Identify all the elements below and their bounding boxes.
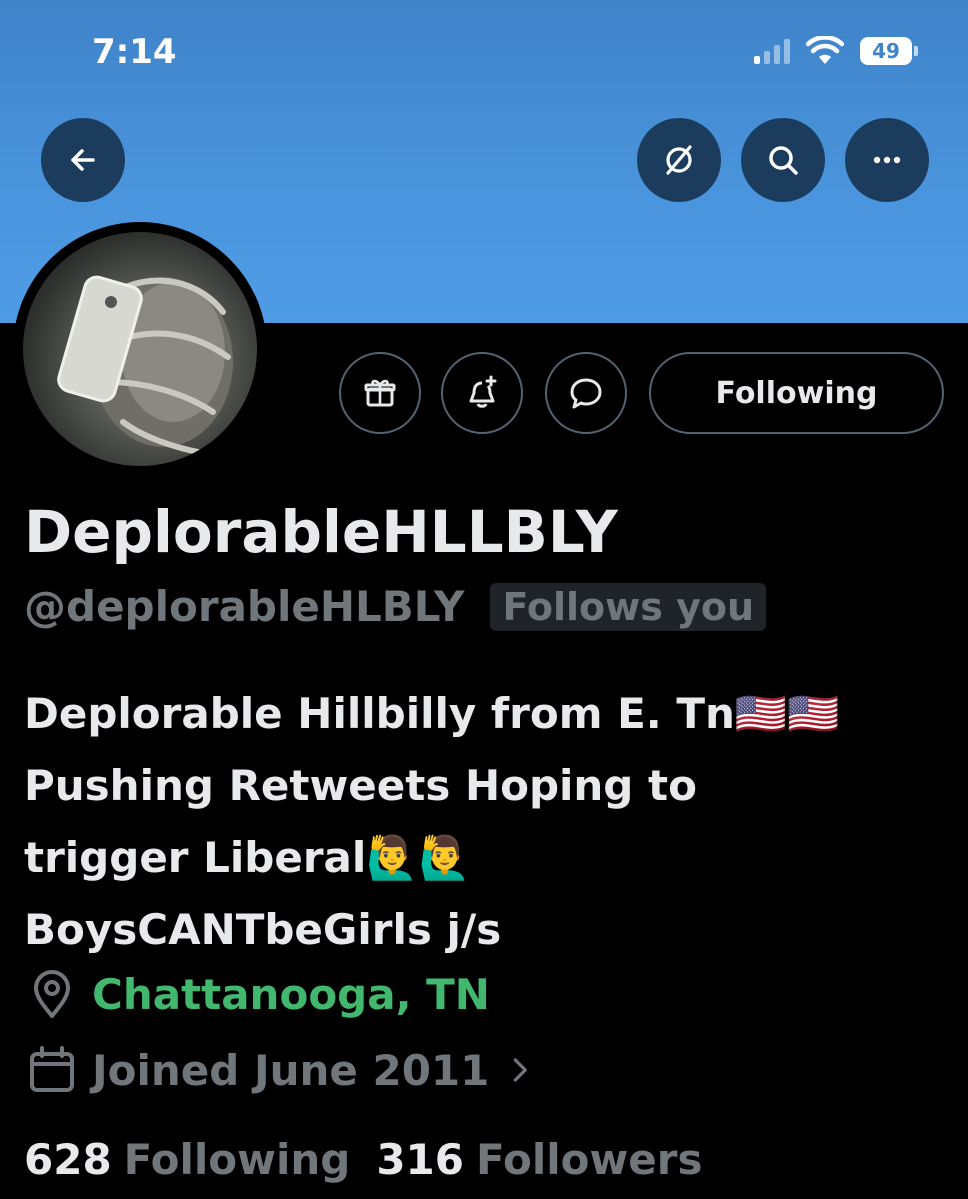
message-icon [570, 378, 602, 409]
following-label: Following [123, 1135, 351, 1184]
grok-icon [666, 145, 692, 175]
joined-date: Joined June 2011 [92, 1045, 490, 1095]
follows-you-badge: Follows you [490, 582, 767, 631]
cellular-signal-icon [754, 38, 790, 64]
joined-row[interactable]: Joined June 2011 [24, 1042, 541, 1098]
handle-row: @deplorableHLBLY Follows you [24, 582, 767, 631]
location-pin-icon [34, 970, 70, 1018]
avatar-illustration [57, 275, 233, 455]
avatar[interactable] [13, 222, 267, 476]
following-button[interactable]: Following [649, 352, 944, 434]
wifi-icon [806, 36, 844, 64]
handle: @deplorableHLBLY [24, 582, 465, 631]
more-options-button[interactable] [845, 118, 929, 202]
bio-line: trigger Liberal🙋‍♂️🙋‍♂️ [24, 833, 471, 882]
chevron-right-icon [514, 1058, 528, 1082]
following-count: 628 [24, 1135, 112, 1184]
bio-line: Deplorable Hillbilly from E. Tn🇺🇸🇺🇸 [24, 689, 840, 738]
status-indicators: 49 [754, 36, 918, 66]
followers-stat[interactable]: 316 Followers [376, 1135, 702, 1184]
arrow-left-icon [71, 149, 95, 171]
followers-count: 316 [376, 1135, 464, 1184]
more-icon [873, 156, 901, 164]
back-button[interactable] [41, 118, 125, 202]
bell-plus-icon [469, 375, 497, 408]
location-link[interactable]: Chattanooga, TN [92, 970, 490, 1019]
gift-button[interactable] [339, 352, 421, 434]
search-icon [769, 146, 798, 175]
following-stat[interactable]: 628 Following [24, 1135, 350, 1184]
battery-indicator: 49 [860, 37, 918, 65]
location-row: Chattanooga, TN [24, 966, 490, 1022]
bio-line: Pushing Retweets Hoping to [24, 761, 697, 810]
status-time: 7:14 [92, 32, 177, 72]
bio-line: BoysCANTbeGirls j/s [24, 905, 502, 954]
bio: Deplorable Hillbilly from E. Tn🇺🇸🇺🇸 Push… [24, 678, 944, 966]
calendar-icon [30, 1046, 74, 1092]
display-name: DeplorableHLLBLY [24, 498, 618, 566]
follow-stats: 628 Following 316 Followers [24, 1135, 703, 1184]
grok-button[interactable] [637, 118, 721, 202]
message-button[interactable] [545, 352, 627, 434]
avatar-image [23, 232, 257, 466]
search-button[interactable] [741, 118, 825, 202]
notifications-button[interactable] [441, 352, 523, 434]
followers-label: Followers [476, 1135, 703, 1184]
gift-icon [364, 379, 396, 407]
